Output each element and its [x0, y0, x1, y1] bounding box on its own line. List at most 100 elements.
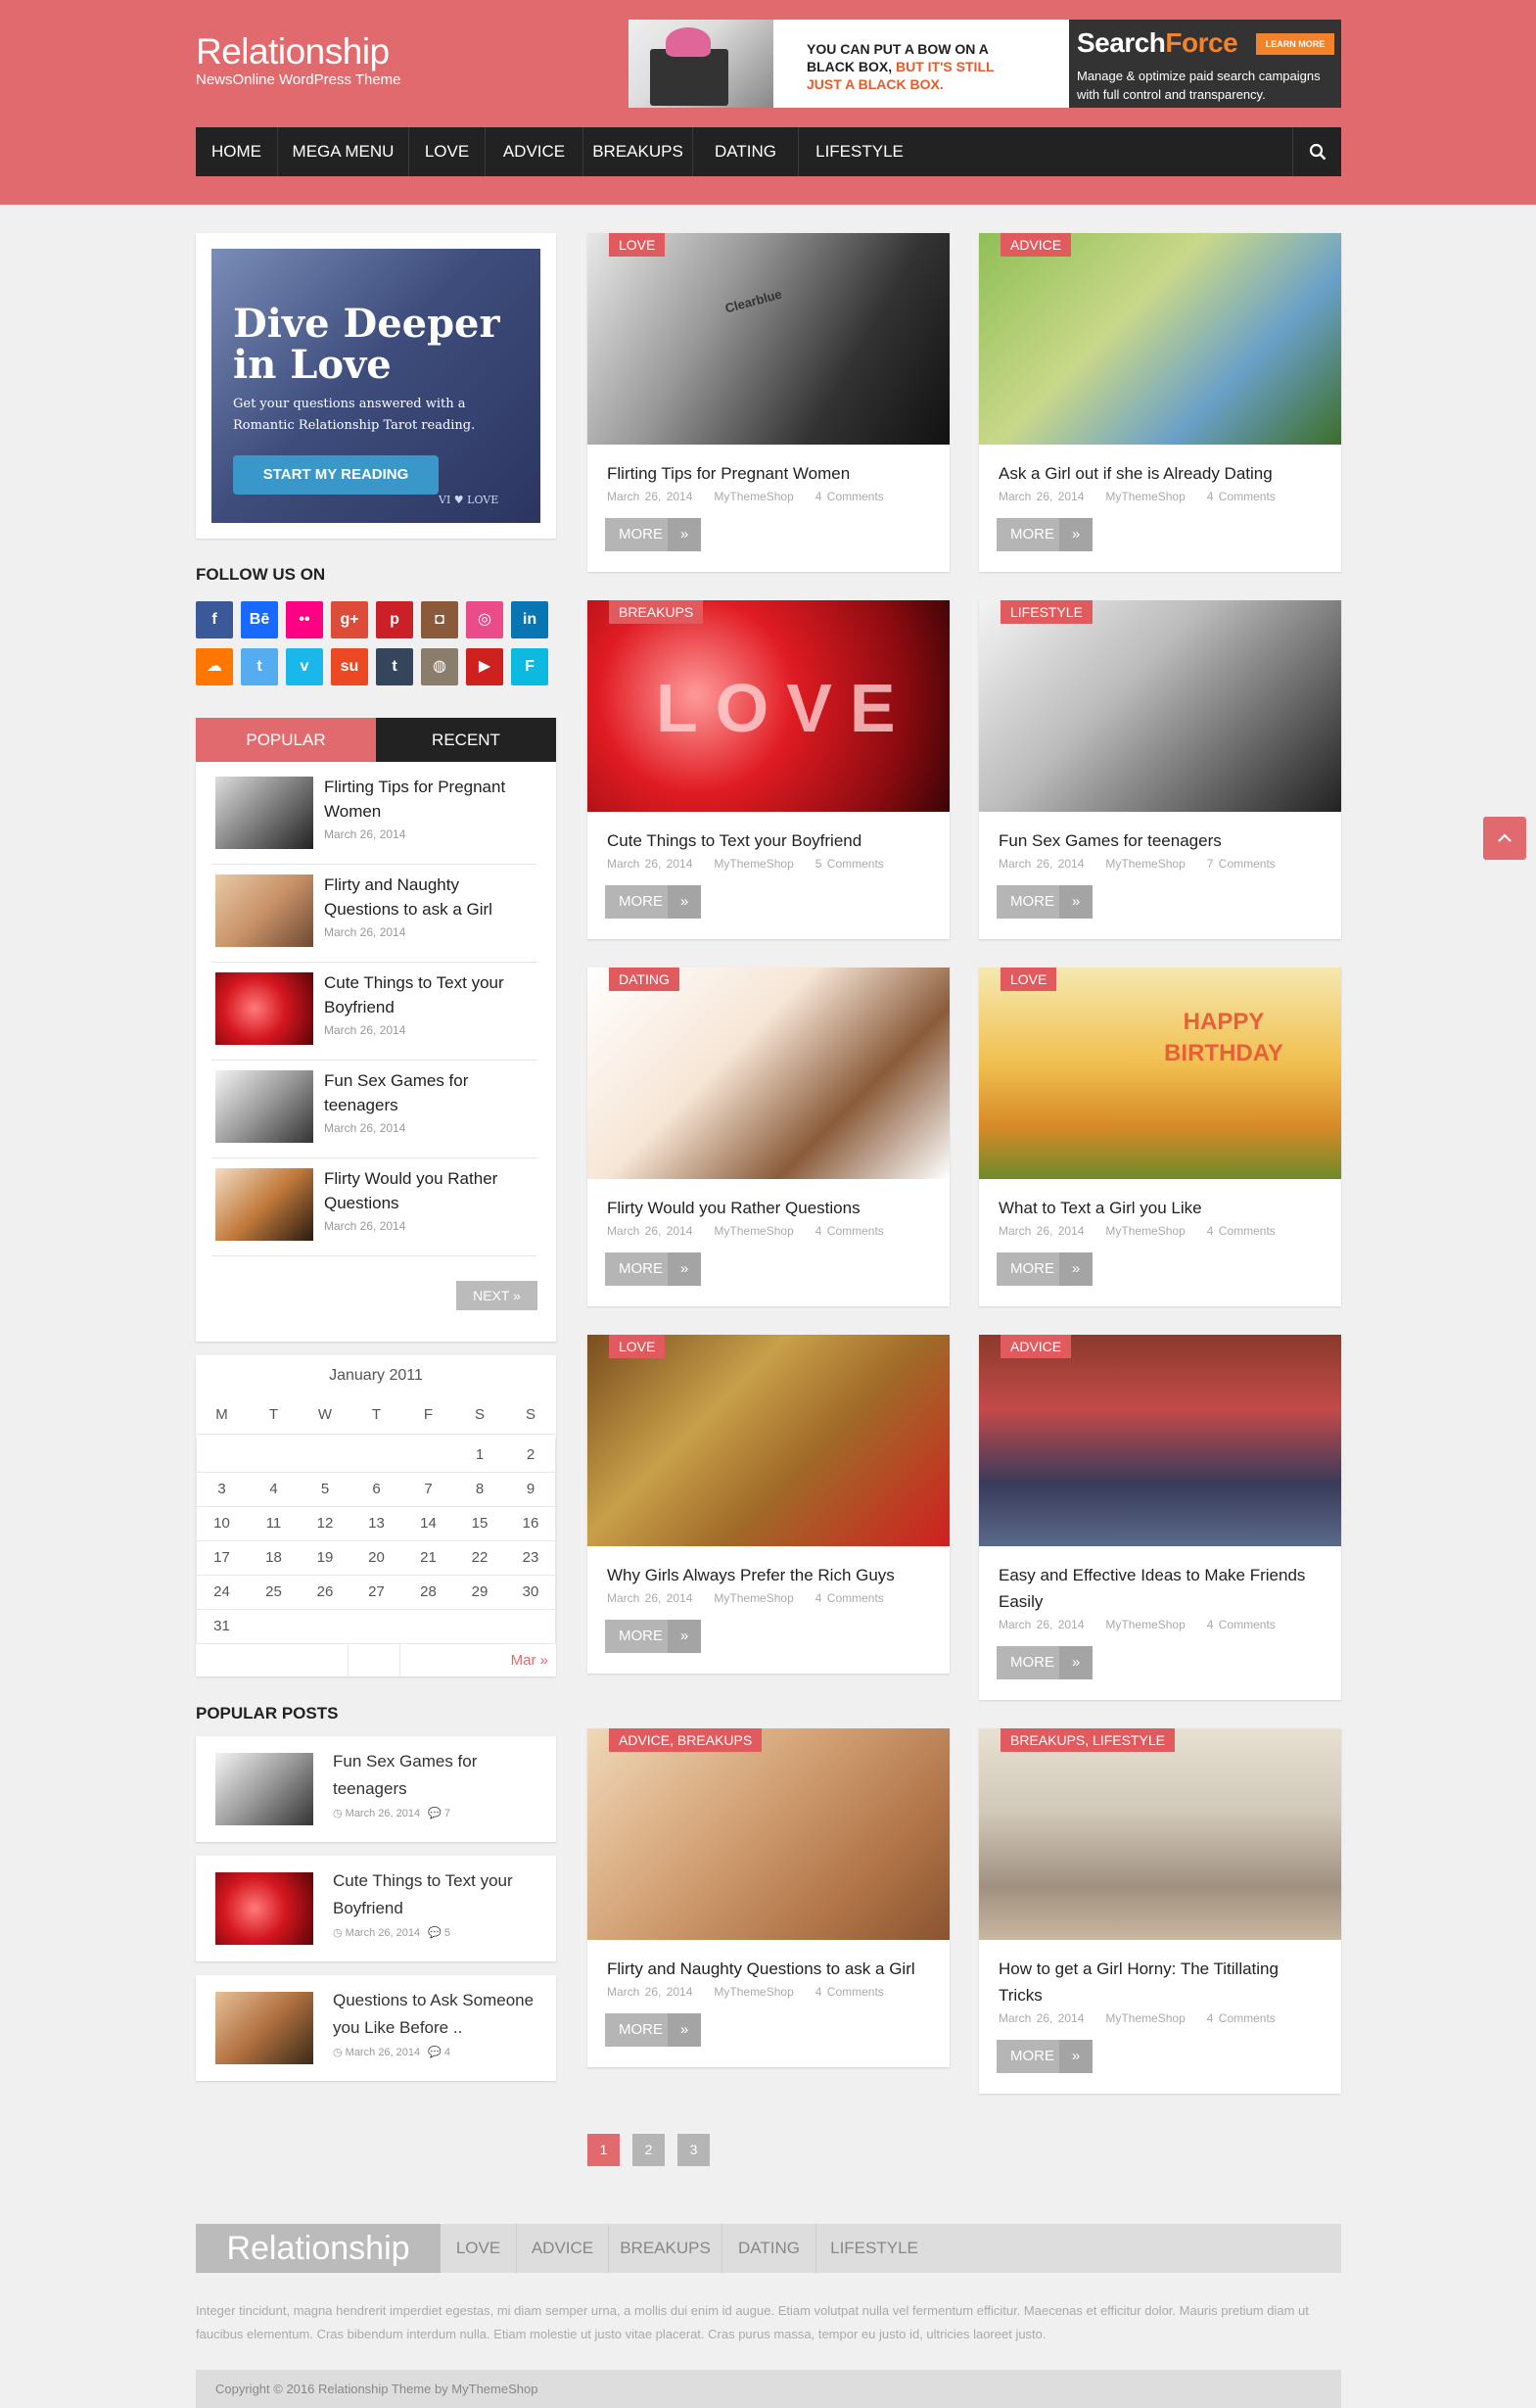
- youtube-icon[interactable]: ▶: [466, 648, 503, 685]
- tarot-ad[interactable]: Dive Deeper in Love Get your questions a…: [211, 249, 540, 523]
- foursquare-icon[interactable]: F: [511, 648, 548, 685]
- post-title[interactable]: Easy and Effective Ideas to Make Friends…: [999, 1562, 1327, 1615]
- nav-breakups[interactable]: BREAKUPS: [583, 127, 693, 176]
- post-category-badge[interactable]: ADVICE, BREAKUPS: [609, 1728, 763, 1752]
- post-author[interactable]: MyThemeShop: [1105, 1224, 1185, 1238]
- calendar-day[interactable]: 1: [454, 1438, 505, 1472]
- facebook-icon[interactable]: f: [196, 601, 233, 638]
- post-title[interactable]: Flirting Tips for Pregnant Women: [607, 460, 935, 487]
- calendar-day[interactable]: 15: [454, 1506, 505, 1540]
- post-title[interactable]: How to get a Girl Horny: The Titillating…: [999, 1956, 1327, 2008]
- nav-lifestyle[interactable]: LIFESTYLE: [799, 127, 920, 176]
- ad-learn-more-button[interactable]: LEARN MORE: [1256, 33, 1334, 55]
- more-button[interactable]: MORE »: [605, 2013, 701, 2047]
- flickr-icon[interactable]: ••: [286, 601, 323, 638]
- more-button[interactable]: MORE »: [997, 1252, 1093, 1286]
- post-author[interactable]: MyThemeShop: [714, 857, 793, 871]
- post-author[interactable]: MyThemeShop: [714, 1224, 793, 1238]
- calendar-day[interactable]: 12: [300, 1506, 350, 1540]
- popular-post-title[interactable]: Questions to Ask Someone you Like Before…: [333, 1987, 538, 2042]
- post-title[interactable]: Ask a Girl out if she is Already Dating: [999, 460, 1327, 487]
- stumbleupon-icon[interactable]: su: [331, 648, 368, 685]
- popular-tab-item-title[interactable]: Fun Sex Games for teenagers: [324, 1068, 530, 1117]
- calendar-day[interactable]: 18: [248, 1540, 300, 1575]
- start-reading-button[interactable]: START MY READING: [233, 455, 439, 495]
- tab-recent[interactable]: RECENT: [376, 718, 556, 762]
- calendar-day[interactable]: 14: [402, 1506, 454, 1540]
- post-image[interactable]: [587, 968, 950, 1179]
- calendar-day[interactable]: 26: [300, 1575, 350, 1609]
- more-button[interactable]: MORE »: [997, 885, 1093, 919]
- calendar-day[interactable]: 8: [454, 1472, 505, 1506]
- post-author[interactable]: MyThemeShop: [1105, 1618, 1185, 1631]
- post-title[interactable]: Fun Sex Games for teenagers: [999, 827, 1327, 854]
- post-thumbnail[interactable]: [215, 1992, 313, 2064]
- post-comments[interactable]: 5 Comments: [815, 857, 884, 871]
- calendar-day[interactable]: 6: [350, 1472, 402, 1506]
- calendar-day[interactable]: 16: [505, 1506, 556, 1540]
- more-button[interactable]: MORE »: [997, 2040, 1093, 2073]
- post-thumbnail[interactable]: [215, 874, 313, 947]
- nav-dating[interactable]: DATING: [693, 127, 799, 176]
- post-category-badge[interactable]: LIFESTYLE: [1001, 600, 1093, 624]
- post-thumbnail[interactable]: [215, 1753, 313, 1825]
- calendar-day[interactable]: 27: [350, 1575, 402, 1609]
- calendar-day[interactable]: 4: [248, 1472, 300, 1506]
- google-plus-icon[interactable]: g+: [331, 601, 368, 638]
- post-category-badge[interactable]: LOVE: [609, 233, 666, 257]
- calendar-day[interactable]: 9: [505, 1472, 556, 1506]
- post-image[interactable]: [979, 600, 1341, 812]
- popular-tab-item-title[interactable]: Flirting Tips for Pregnant Women: [324, 775, 530, 824]
- popular-tab-item[interactable]: Flirty and Naughty Questions to ask a Gi…: [211, 865, 536, 963]
- dribbble-icon[interactable]: ◎: [466, 601, 503, 638]
- popular-post-card[interactable]: Fun Sex Games for teenagers ◷ March 26, 2…: [196, 1736, 556, 1842]
- calendar-day[interactable]: 3: [196, 1472, 248, 1506]
- footer-nav-lifestyle[interactable]: LIFESTYLE: [816, 2224, 932, 2273]
- footer-nav-love[interactable]: LOVE: [441, 2224, 517, 2273]
- post-image[interactable]: [587, 1335, 950, 1546]
- footer-nav-dating[interactable]: DATING: [722, 2224, 816, 2273]
- github-icon[interactable]: ◍: [421, 648, 458, 685]
- post-category-badge[interactable]: BREAKUPS: [609, 600, 704, 624]
- post-title[interactable]: What to Text a Girl you Like: [999, 1195, 1327, 1221]
- page-3[interactable]: 3: [677, 2134, 710, 2166]
- twitter-icon[interactable]: t: [241, 648, 278, 685]
- calendar-day[interactable]: 29: [454, 1575, 505, 1609]
- more-button[interactable]: MORE »: [605, 1252, 701, 1286]
- calendar-day[interactable]: 13: [350, 1506, 402, 1540]
- calendar-day[interactable]: 30: [505, 1575, 556, 1609]
- more-button[interactable]: MORE »: [997, 1646, 1093, 1679]
- post-title[interactable]: Flirty Would you Rather Questions: [607, 1195, 935, 1221]
- more-button[interactable]: MORE »: [605, 518, 701, 551]
- popular-tab-item-title[interactable]: Cute Things to Text your Boyfriend: [324, 970, 530, 1019]
- nav-home[interactable]: HOME: [196, 127, 278, 176]
- footer-logo[interactable]: Relationship: [196, 2224, 441, 2273]
- post-title[interactable]: Cute Things to Text your Boyfriend: [607, 827, 935, 854]
- nav-love[interactable]: LOVE: [409, 127, 486, 176]
- popular-post-title[interactable]: Fun Sex Games for teenagers: [333, 1748, 538, 1803]
- more-button[interactable]: MORE »: [997, 518, 1093, 551]
- popular-tab-item[interactable]: Flirting Tips for Pregnant Women March 26…: [211, 767, 536, 865]
- post-comments[interactable]: 7 Comments: [1207, 857, 1276, 871]
- nav-advice[interactable]: ADVICE: [486, 127, 583, 176]
- post-image[interactable]: Clearblue: [587, 233, 950, 445]
- search-button[interactable]: [1292, 127, 1341, 176]
- calendar-day[interactable]: 5: [300, 1472, 350, 1506]
- popular-tab-item-title[interactable]: Flirty and Naughty Questions to ask a Gi…: [324, 873, 530, 921]
- popular-tab-item[interactable]: Flirty Would you Rather Questions March 2…: [211, 1158, 536, 1256]
- post-comments[interactable]: 4 Comments: [1207, 1224, 1276, 1238]
- footer-nav-breakups[interactable]: BREAKUPS: [609, 2224, 722, 2273]
- post-author[interactable]: MyThemeShop: [714, 1591, 793, 1605]
- post-category-badge[interactable]: BREAKUPS, LIFESTYLE: [1001, 1728, 1175, 1752]
- footer-nav-advice[interactable]: ADVICE: [517, 2224, 609, 2273]
- post-category-badge[interactable]: ADVICE: [1001, 233, 1072, 257]
- calendar-day[interactable]: 24: [196, 1575, 248, 1609]
- post-thumbnail[interactable]: [215, 1070, 313, 1143]
- tab-popular[interactable]: POPULAR: [196, 718, 376, 762]
- tabs-next-button[interactable]: NEXT »: [456, 1281, 537, 1310]
- calendar-day[interactable]: 19: [300, 1540, 350, 1575]
- post-thumbnail[interactable]: [215, 1872, 313, 1945]
- calendar-day[interactable]: 7: [402, 1472, 454, 1506]
- post-comments[interactable]: 4 Comments: [815, 1224, 884, 1238]
- page-2[interactable]: 2: [632, 2134, 665, 2166]
